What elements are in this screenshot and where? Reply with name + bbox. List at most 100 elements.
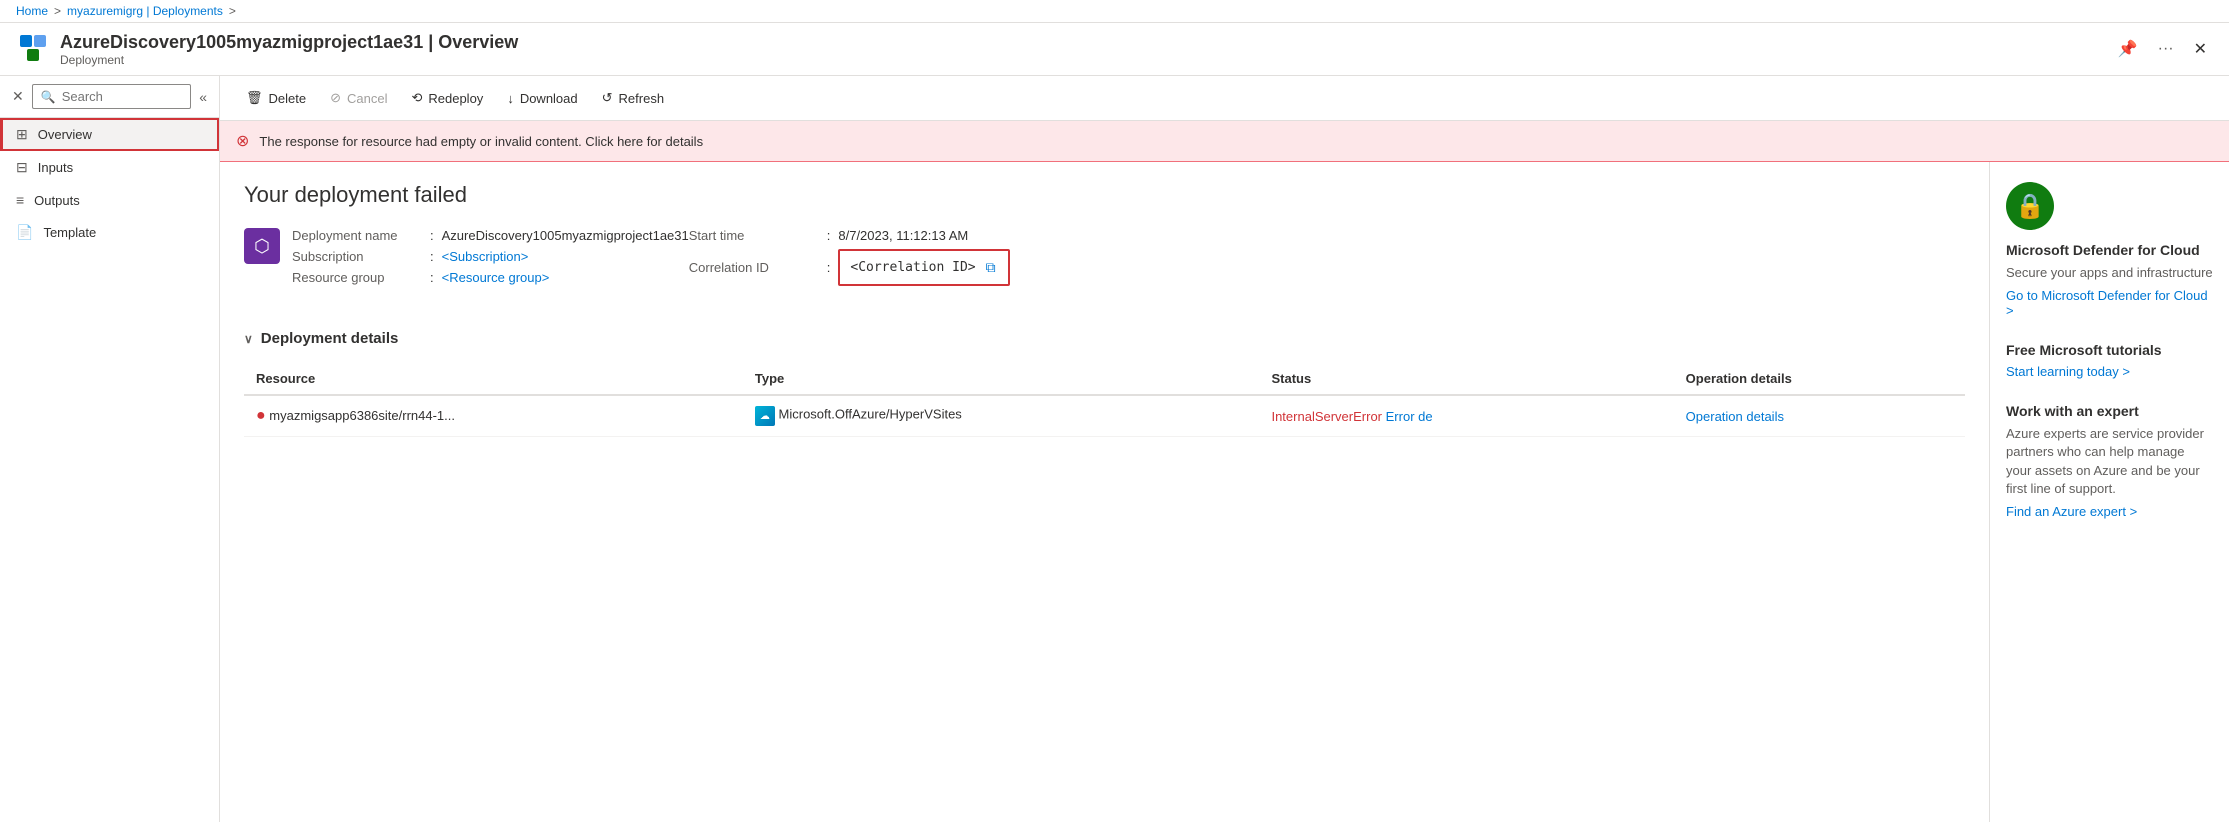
deployment-icon: ⬡ bbox=[244, 228, 280, 264]
rg-label: Resource group bbox=[292, 270, 422, 285]
overview-icon: ⊞ bbox=[16, 126, 28, 143]
col-operation: Operation details bbox=[1674, 363, 1965, 395]
app-title-area: AzureDiscovery1005myazmigproject1ae31 | … bbox=[60, 32, 2104, 67]
outputs-label: Outputs bbox=[34, 193, 80, 208]
collapse-left-button[interactable]: « bbox=[195, 85, 211, 109]
error-indicator: ● bbox=[256, 407, 266, 424]
refresh-button[interactable]: ↺ Refresh bbox=[592, 84, 674, 112]
operation-details-link[interactable]: Operation details bbox=[1686, 409, 1784, 424]
resource-name: myazmigsapp6386site/rrn44-1... bbox=[269, 408, 455, 423]
collapse-button[interactable]: ✕ bbox=[8, 84, 28, 109]
rg-value: <Resource group> bbox=[442, 270, 550, 285]
info-left: Deployment name : AzureDiscovery1005myaz… bbox=[292, 228, 689, 286]
search-box[interactable]: 🔍 bbox=[32, 84, 191, 109]
main-layout: ✕ 🔍 « ⊞ Overview ⊟ Inputs ≡ Outputs 📄 Te… bbox=[0, 76, 2229, 822]
shield-icon: 🔒 bbox=[2015, 192, 2045, 221]
outputs-icon: ≡ bbox=[16, 192, 24, 208]
col-type: Type bbox=[743, 363, 1260, 395]
cancel-button[interactable]: ⊘ Cancel bbox=[320, 84, 397, 112]
defender-description: Secure your apps and infrastructure bbox=[2006, 264, 2213, 282]
col-status: Status bbox=[1259, 363, 1673, 395]
alert-icon: ⊗ bbox=[236, 131, 249, 151]
expert-title: Work with an expert bbox=[2006, 403, 2213, 419]
copy-correlation-button[interactable]: ⧉ bbox=[984, 257, 998, 278]
status-value: InternalServerError bbox=[1271, 409, 1382, 424]
delete-icon: 🗑 bbox=[246, 90, 263, 106]
section-title: Deployment details bbox=[261, 330, 399, 347]
status-cell: InternalServerError Error de bbox=[1259, 395, 1673, 437]
deployment-header: ⬡ Deployment name : AzureDiscovery1005my… bbox=[244, 228, 1965, 310]
sidebar-item-overview[interactable]: ⊞ Overview bbox=[0, 118, 219, 151]
sidebar-item-outputs[interactable]: ≡ Outputs bbox=[0, 184, 219, 216]
rg-link[interactable]: <Resource group> bbox=[442, 270, 550, 285]
breadcrumb: Home > myazuremigrg | Deployments > bbox=[0, 0, 2229, 23]
name-label: Deployment name bbox=[292, 228, 422, 243]
breadcrumb-sep2: > bbox=[229, 4, 236, 18]
alert-message: The response for resource had empty or i… bbox=[259, 134, 703, 149]
sidebar-toolbar: ✕ 🔍 « bbox=[0, 76, 219, 118]
redeploy-icon: ⟲ bbox=[411, 90, 422, 106]
expert-description: Azure experts are service provider partn… bbox=[2006, 425, 2213, 498]
delete-button[interactable]: 🗑 Delete bbox=[236, 84, 316, 112]
inputs-icon: ⊟ bbox=[16, 159, 28, 176]
cancel-icon: ⊘ bbox=[330, 90, 341, 106]
defender-link[interactable]: Go to Microsoft Defender for Cloud > bbox=[2006, 288, 2208, 318]
info-right: Start time : 8/7/2023, 11:12:13 AM Corre… bbox=[689, 228, 1086, 286]
page-title: AzureDiscovery1005myazmigproject1ae31 | … bbox=[60, 32, 2104, 53]
breadcrumb-sep1: > bbox=[54, 4, 61, 18]
search-input[interactable] bbox=[62, 89, 183, 104]
table-header: Resource Type Status Operation details bbox=[244, 363, 1965, 395]
info-grid: Deployment name : AzureDiscovery1005myaz… bbox=[292, 228, 1086, 286]
command-bar: 🗑 Delete ⊘ Cancel ⟲ Redeploy ↓ Download … bbox=[220, 76, 2229, 121]
type-cell: ☁ Microsoft.OffAzure/HyperVSites bbox=[743, 395, 1260, 437]
correlation-value: <Correlation ID> bbox=[850, 260, 975, 275]
tutorials-title: Free Microsoft tutorials bbox=[2006, 342, 2213, 358]
table-row: ● myazmigsapp6386site/rrn44-1... ☁ Micro… bbox=[244, 395, 1965, 437]
name-value: AzureDiscovery1005myazmigproject1ae31 bbox=[442, 228, 689, 243]
tutorials-section: Free Microsoft tutorials Start learning … bbox=[2006, 342, 2213, 379]
start-time-label: Start time bbox=[689, 228, 819, 243]
deployment-failed-title: Your deployment failed bbox=[244, 182, 1965, 208]
resource-type-icon: ☁ bbox=[755, 406, 775, 426]
deployment-table: Resource Type Status Operation details ●… bbox=[244, 363, 1965, 437]
resource-type: Microsoft.OffAzure/HyperVSites bbox=[779, 407, 962, 422]
info-row-correlation: Correlation ID : <Correlation ID> ⧉ bbox=[689, 249, 1086, 286]
topbar: AzureDiscovery1005myazmigproject1ae31 | … bbox=[0, 23, 2229, 76]
sidebar-item-inputs[interactable]: ⊟ Inputs bbox=[0, 151, 219, 184]
subscription-link[interactable]: <Subscription> bbox=[442, 249, 529, 264]
content-main: Your deployment failed ⬡ Deployment name… bbox=[220, 162, 1989, 822]
info-row-time: Start time : 8/7/2023, 11:12:13 AM bbox=[689, 228, 1086, 243]
breadcrumb-deployments[interactable]: myazuremigrg | Deployments bbox=[67, 4, 223, 18]
expert-link[interactable]: Find an Azure expert > bbox=[2006, 504, 2137, 519]
template-icon: 📄 bbox=[16, 224, 33, 241]
close-button[interactable]: ✕ bbox=[2188, 35, 2213, 63]
defender-icon: 🔒 bbox=[2006, 182, 2054, 230]
correlation-label: Correlation ID bbox=[689, 260, 819, 275]
pin-button[interactable]: 📌 bbox=[2112, 35, 2144, 63]
col-resource: Resource bbox=[244, 363, 743, 395]
alert-banner[interactable]: ⊗ The response for resource had empty or… bbox=[220, 121, 2229, 162]
breadcrumb-home[interactable]: Home bbox=[16, 4, 48, 18]
deployment-details-section: ∨ Deployment details Resource Type Statu… bbox=[244, 330, 1965, 437]
app-icon bbox=[16, 31, 52, 67]
main-content: 🗑 Delete ⊘ Cancel ⟲ Redeploy ↓ Download … bbox=[220, 76, 2229, 822]
start-time-value: 8/7/2023, 11:12:13 AM bbox=[838, 228, 968, 243]
right-panel: 🔒 Microsoft Defender for Cloud Secure yo… bbox=[1989, 162, 2229, 822]
info-row-subscription: Subscription : <Subscription> bbox=[292, 249, 689, 264]
table-header-row: Resource Type Status Operation details bbox=[244, 363, 1965, 395]
error-details-link[interactable]: Error de bbox=[1386, 409, 1433, 424]
subscription-value: <Subscription> bbox=[442, 249, 529, 264]
defender-title: Microsoft Defender for Cloud bbox=[2006, 242, 2213, 258]
deployment-details-header[interactable]: ∨ Deployment details bbox=[244, 330, 1965, 347]
download-icon: ↓ bbox=[507, 91, 514, 106]
correlation-box: <Correlation ID> ⧉ bbox=[838, 249, 1009, 286]
more-button[interactable]: ··· bbox=[2152, 35, 2180, 63]
download-button[interactable]: ↓ Download bbox=[497, 85, 587, 112]
sidebar-item-template[interactable]: 📄 Template bbox=[0, 216, 219, 249]
operation-cell: Operation details bbox=[1674, 395, 1965, 437]
sidebar-nav: ⊞ Overview ⊟ Inputs ≡ Outputs 📄 Template bbox=[0, 118, 219, 249]
overview-label: Overview bbox=[38, 127, 92, 142]
refresh-icon: ↺ bbox=[602, 90, 613, 106]
redeploy-button[interactable]: ⟲ Redeploy bbox=[401, 84, 493, 112]
tutorials-link[interactable]: Start learning today > bbox=[2006, 364, 2130, 379]
